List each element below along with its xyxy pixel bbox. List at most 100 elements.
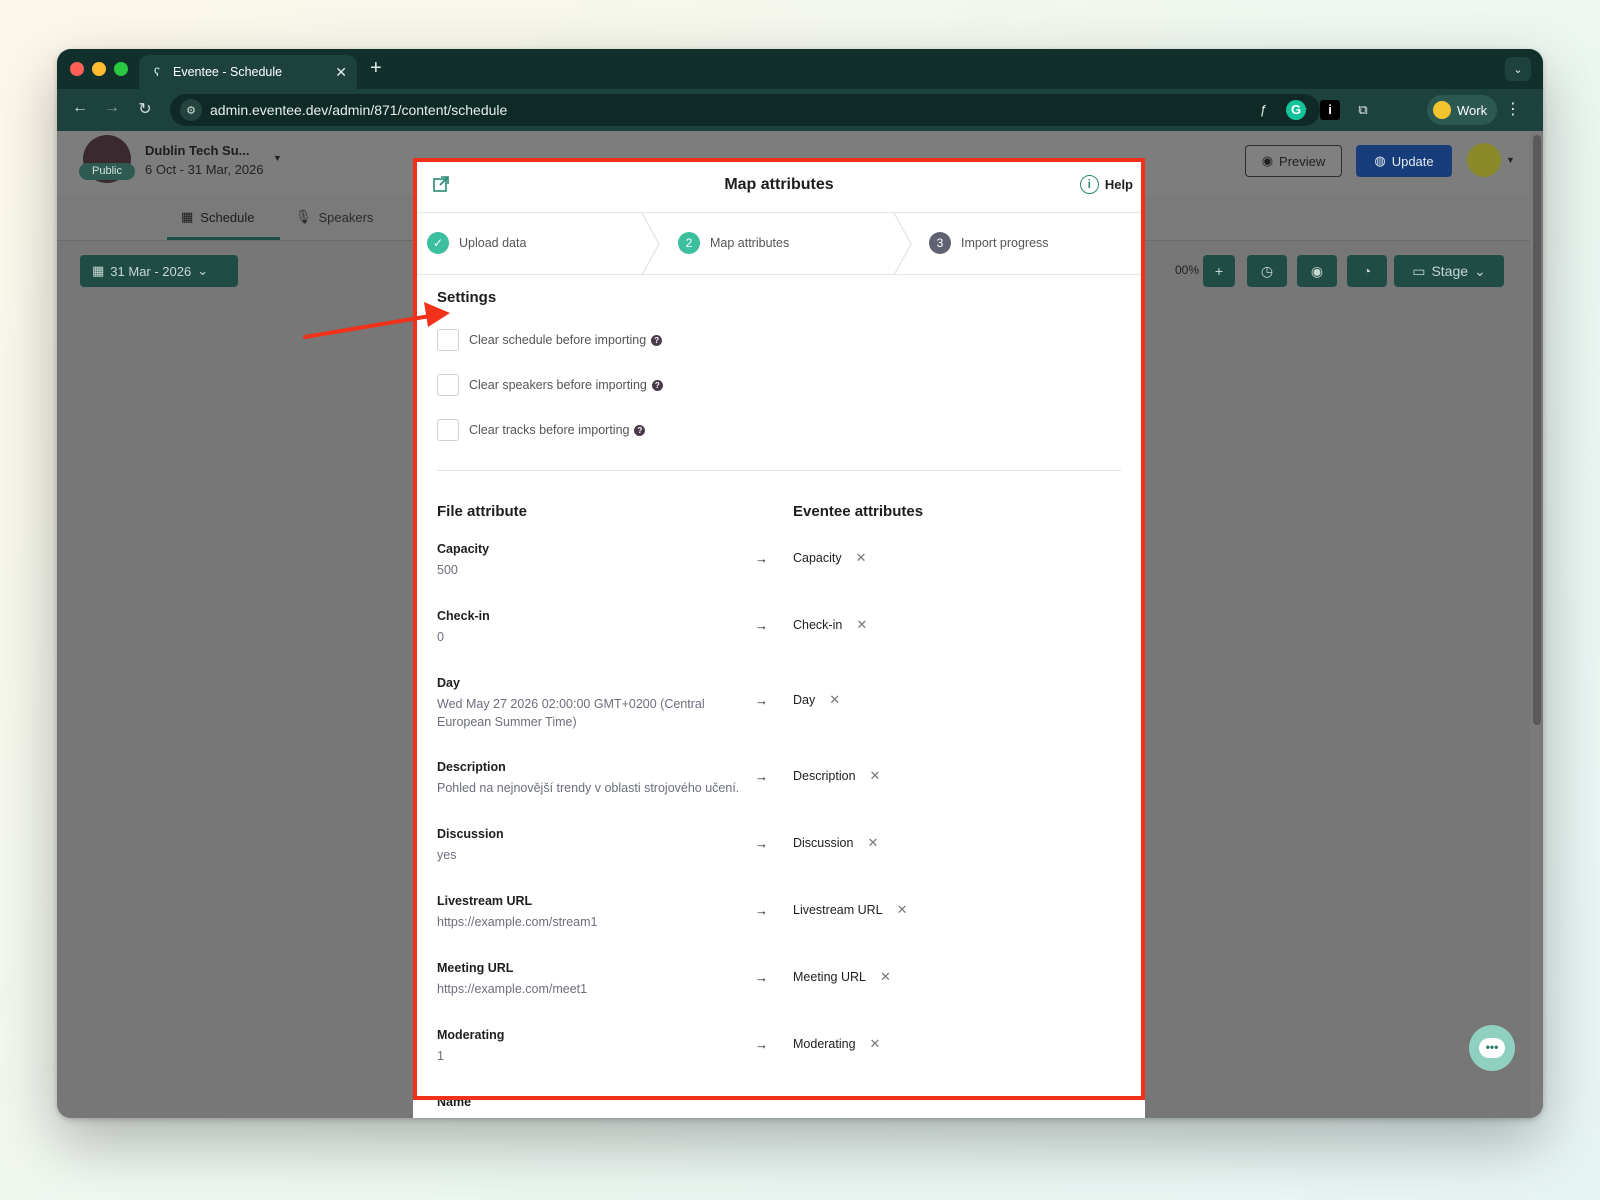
browser-tab[interactable]: ʕ Eventee - Schedule ✕	[139, 55, 357, 89]
clock-icon: ◔	[1362, 263, 1372, 279]
mapping-row: Description Pohled na nejnovější trendy …	[437, 760, 1121, 797]
setting-clear-tracks[interactable]: Clear tracks before importing ?	[437, 419, 646, 441]
modal-title: Map attributes	[724, 176, 834, 193]
active-tab-indicator	[167, 237, 280, 240]
preview-button[interactable]: ◉ Preview	[1245, 145, 1342, 177]
formula-extension-icon[interactable]: ƒ	[1253, 100, 1273, 120]
update-button[interactable]: ◍ Update	[1356, 145, 1452, 177]
address-bar[interactable]: ⚙ admin.eventee.dev/admin/871/content/sc…	[170, 94, 1320, 126]
remove-mapping-icon[interactable]: ✕	[829, 692, 840, 708]
extensions-puzzle-icon[interactable]: ⧉	[1353, 100, 1373, 120]
remove-mapping-icon[interactable]: ✕	[870, 1036, 881, 1052]
mapping-row: Capacity 500 → Capacity ✕	[437, 542, 1121, 579]
setting-clear-speakers[interactable]: Clear speakers before importing ?	[437, 374, 663, 396]
stage-dropdown[interactable]: ▭ Stage ⌄	[1394, 255, 1504, 287]
page-scrollbar[interactable]	[1530, 131, 1543, 1118]
target-label: Capacity	[793, 551, 842, 565]
remove-mapping-icon[interactable]: ✕	[897, 902, 908, 918]
tab-search-icon[interactable]: ⌄	[1505, 57, 1531, 81]
clear-speakers-checkbox[interactable]	[437, 374, 459, 396]
setting-clear-schedule[interactable]: Clear schedule before importing ?	[437, 329, 663, 351]
target-label: Description	[793, 769, 856, 783]
timeline-button[interactable]: ◷	[1247, 255, 1287, 287]
site-settings-icon[interactable]: ⚙	[180, 99, 202, 121]
maximize-window-button[interactable]	[114, 62, 128, 76]
eventee-attribute[interactable]: Day ✕	[793, 692, 840, 708]
file-attribute-name: Meeting URL	[437, 961, 514, 975]
clear-tracks-checkbox[interactable]	[437, 419, 459, 441]
close-tab-icon[interactable]: ✕	[335, 64, 347, 81]
back-arrow-icon[interactable]: ←	[69, 99, 91, 117]
profile-button[interactable]: Work	[1427, 95, 1498, 125]
scroll-thumb[interactable]	[1533, 135, 1541, 725]
remove-mapping-icon[interactable]: ✕	[856, 550, 867, 566]
step-separator	[641, 213, 660, 275]
grammarly-extension-icon[interactable]: G	[1286, 100, 1306, 120]
step-map-attributes: 2 Map attributes	[678, 232, 789, 254]
subnav-item-speakers[interactable]: 🎙 Speakers	[295, 209, 373, 225]
file-attribute-name: Discussion	[437, 827, 504, 841]
step-label: Map attributes	[710, 236, 790, 250]
visibility-button[interactable]: ◉	[1297, 255, 1337, 287]
clock-outline-icon: ◷	[1260, 262, 1274, 279]
event-name[interactable]: Dublin Tech Su...	[145, 143, 249, 158]
eventee-attribute[interactable]: Meeting URL ✕	[793, 969, 891, 985]
question-icon[interactable]: ?	[651, 379, 663, 391]
subnav-item-schedule[interactable]: ▦ Schedule	[181, 209, 255, 225]
chevron-down-icon: ⌄	[197, 263, 209, 278]
profile-label: Work	[1457, 102, 1488, 118]
file-attribute-value: 0	[437, 630, 444, 644]
remove-mapping-icon[interactable]: ✕	[867, 835, 878, 851]
eventee-attribute[interactable]: Description ✕	[793, 768, 880, 784]
info-extension-icon[interactable]: i	[1320, 100, 1340, 120]
close-window-button[interactable]	[70, 62, 84, 76]
user-avatar[interactable]	[1467, 143, 1501, 177]
chat-support-button[interactable]: •••	[1469, 1025, 1515, 1071]
arrow-right-icon: →	[755, 1037, 768, 1052]
chevron-down-icon: ⌄	[1474, 262, 1486, 279]
eventee-attribute[interactable]: Moderating ✕	[793, 1036, 880, 1052]
tab-bar: ʕ Eventee - Schedule ✕ + ⌄	[57, 49, 1543, 89]
minimize-window-button[interactable]	[92, 62, 106, 76]
settings-title: Settings	[437, 289, 497, 306]
file-attribute-value: 500	[437, 563, 458, 577]
time-button[interactable]: ◔	[1347, 255, 1387, 287]
help-button[interactable]: i Help	[1079, 175, 1133, 194]
event-dropdown-caret-icon[interactable]: ▼	[273, 153, 282, 163]
preview-label: Preview	[1279, 153, 1326, 169]
target-label: Meeting URL	[793, 970, 866, 984]
question-icon[interactable]: ?	[651, 334, 663, 346]
setting-label: Clear speakers before importing	[469, 378, 647, 392]
remove-mapping-icon[interactable]: ✕	[856, 617, 867, 633]
eventee-attribute[interactable]: Capacity ✕	[793, 550, 867, 566]
target-label: Discussion	[793, 836, 854, 850]
setting-label: Clear schedule before importing	[469, 333, 647, 347]
question-icon[interactable]: ?	[634, 424, 646, 436]
target-label: Day	[793, 693, 816, 707]
browser-menu-icon[interactable]: ⋮	[1505, 99, 1521, 119]
date-picker-button[interactable]: ▦ 31 Mar - 2026 ⌄	[80, 255, 238, 287]
step-upload-data: ✓ Upload data	[427, 232, 526, 254]
user-menu-caret-icon[interactable]: ▼	[1506, 155, 1515, 165]
modal-header: Map attributes i Help	[413, 158, 1145, 213]
eye-icon: ◉	[1261, 153, 1274, 168]
remove-mapping-icon[interactable]: ✕	[870, 768, 881, 784]
file-attribute-name: Check-in	[437, 609, 490, 623]
eventee-attribute[interactable]: Discussion ✕	[793, 835, 878, 851]
mapping-row: Livestream URL https://example.com/strea…	[437, 894, 1121, 931]
add-button[interactable]: +	[1203, 255, 1235, 287]
arrow-right-icon: →	[755, 836, 768, 851]
eventee-attribute[interactable]: Check-in ✕	[793, 617, 867, 633]
clear-schedule-checkbox[interactable]	[437, 329, 459, 351]
file-attribute-name: Day	[437, 676, 460, 690]
new-tab-button[interactable]: +	[370, 57, 382, 79]
forward-arrow-icon[interactable]: →	[101, 99, 123, 117]
section-divider	[437, 470, 1121, 471]
help-label: Help	[1104, 177, 1133, 192]
mapping-row: Meeting URL https://example.com/meet1 → …	[437, 961, 1121, 998]
file-attribute-value: Wed May 27 2026 02:00:00 GMT+0200 (Centr…	[437, 697, 705, 729]
arrow-right-icon: →	[755, 970, 768, 985]
eventee-attribute[interactable]: Livestream URL ✕	[793, 902, 908, 918]
remove-mapping-icon[interactable]: ✕	[880, 969, 891, 985]
reload-icon[interactable]: ↻	[134, 99, 156, 119]
